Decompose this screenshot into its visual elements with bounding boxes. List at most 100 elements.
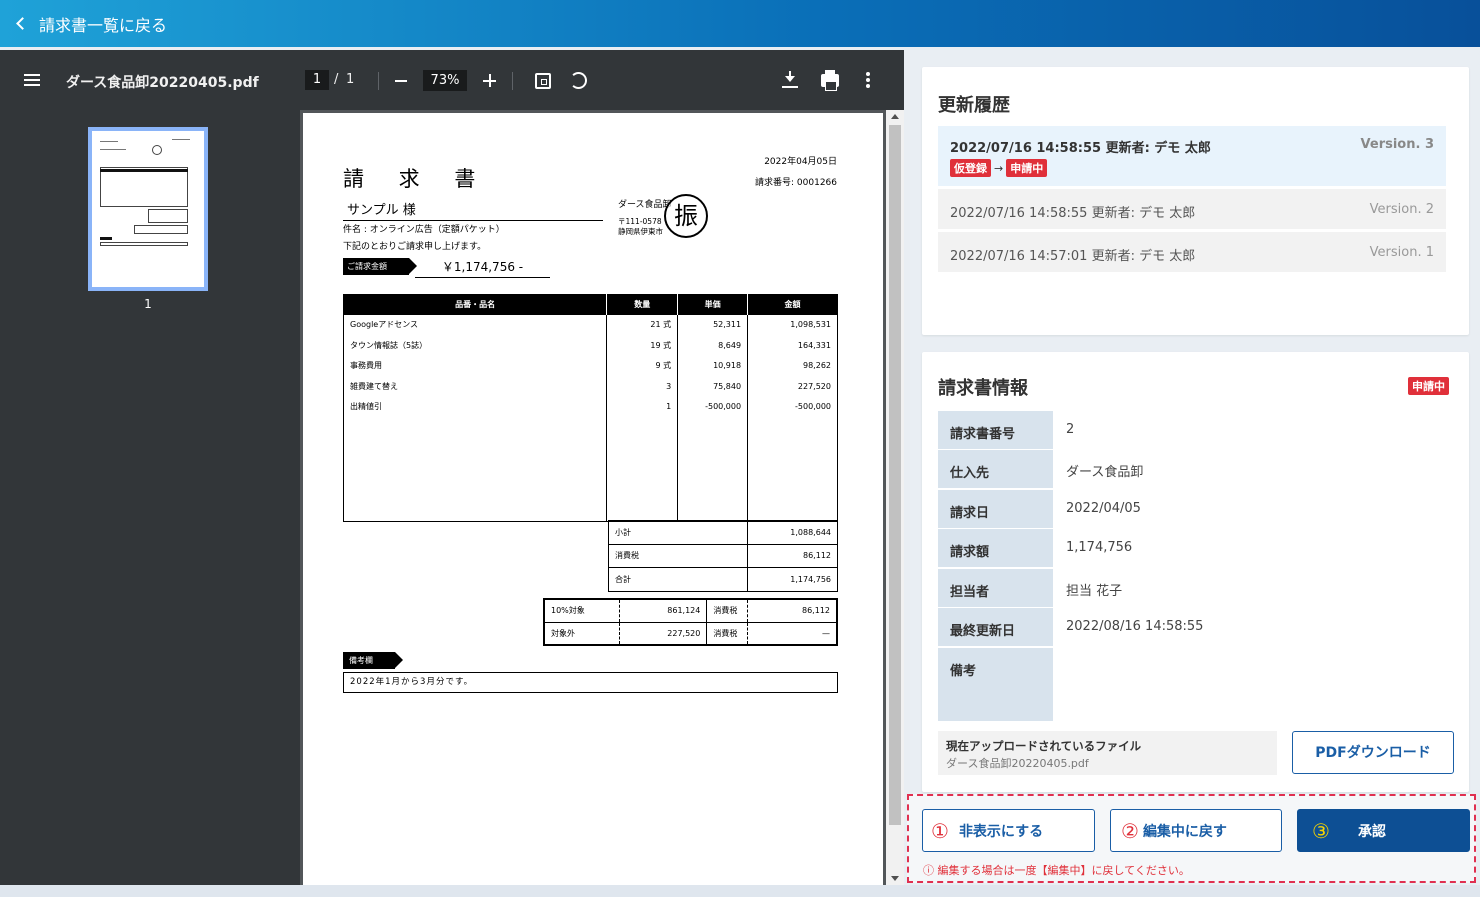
zoom-out-icon[interactable] [395, 80, 407, 82]
edit-warning-text: ⓘ 編集する場合は一度【編集中】に戻してください。 [923, 864, 1190, 877]
fit-page-icon[interactable] [535, 73, 551, 89]
document-scrollbar[interactable] [886, 110, 904, 885]
scroll-down-icon[interactable] [891, 876, 899, 881]
revert-to-editing-button[interactable]: ② 編集中に戻す [1110, 809, 1282, 852]
status-badge-from: 仮登録 [950, 159, 991, 177]
pdf-toolbar: ダース食品卸20220405.pdf 1 / 1 73% [0, 50, 904, 110]
item-price: 75,840 [677, 376, 749, 397]
info-label: 請求額 [938, 529, 1053, 567]
info-label: 請求書番号 [938, 411, 1053, 449]
info-value: 1,174,756 [1066, 540, 1133, 555]
invoice-number: 請求番号: 0001266 [755, 178, 837, 188]
item-price: 10,918 [677, 355, 749, 376]
item-name: 雑費建て替え [342, 376, 608, 397]
info-label: 最終更新日 [938, 608, 1053, 646]
info-title: 請求書情報 [938, 378, 1028, 399]
info-label: 仕入先 [938, 450, 1053, 488]
invoice-title: 請 求 書 [343, 167, 490, 191]
invoice-page: 2022年04月05日 請求番号: 0001266 請 求 書 サンプル 様 件… [303, 113, 883, 885]
info-value: ダース食品卸 [1066, 465, 1144, 480]
info-label: 請求日 [938, 490, 1053, 528]
seal-stamp: 振 [664, 194, 708, 238]
invoice-amount: ￥1,174,756 - [415, 258, 550, 278]
item-amount: 164,331 [747, 335, 838, 356]
table-row: Googleアドセンス 21 式 52,311 1,098,531 [342, 314, 838, 335]
tax-value: — [747, 622, 837, 646]
zoom-in-icon[interactable] [483, 74, 496, 87]
action-area: ① 非表示にする ② 編集中に戻す ③ 承認 ⓘ 編集する場合は一度【編集中】に… [907, 794, 1476, 883]
page-number-input[interactable]: 1 [305, 70, 329, 90]
zoom-input[interactable]: 73% [423, 70, 467, 91]
table-row: 合計 1,174,756 [607, 567, 838, 592]
history-title: 更新履歴 [938, 95, 1010, 116]
print-icon[interactable] [821, 70, 839, 91]
rotate-icon[interactable] [570, 72, 587, 89]
info-value: 2022/08/16 14:58:55 [1066, 619, 1204, 634]
table-row: 事務費用 9 式 10,918 98,262 [342, 355, 838, 376]
history-item-text: 2022/07/16 14:57:01 更新者: デモ 太郎 [950, 249, 1196, 264]
step-number: ① [931, 818, 949, 843]
status-badge-to: 申請中 [1006, 159, 1048, 177]
total-value: 1,174,756 [747, 567, 838, 592]
top-bar: 請求書一覧に戻る [0, 0, 1480, 47]
download-icon-base [782, 86, 798, 88]
history-item[interactable]: 2022/07/16 14:58:55 更新者: デモ 太郎 Version. … [938, 189, 1446, 229]
info-row: 仕入先 ダース食品卸 [938, 450, 1446, 488]
current-file-box: 現在アップロードされているファイル ダース食品卸20220405.pdf [938, 731, 1277, 775]
column-header: 数量 [606, 294, 678, 315]
column-header: 単価 [677, 294, 748, 315]
info-value: 2 [1066, 422, 1075, 437]
tax-category: 10%対象 [544, 599, 620, 623]
pdf-filename: ダース食品卸20220405.pdf [66, 75, 259, 91]
menu-icon[interactable] [24, 74, 40, 86]
info-row: 担当者 担当 花子 [938, 569, 1446, 607]
approve-button[interactable]: ③ 承認 [1297, 809, 1470, 852]
issuer-address: 静岡県伊東市 [618, 227, 663, 236]
table-row: 雑費建て替え 3 75,840 227,520 [342, 376, 838, 397]
page-separator: / [334, 72, 339, 87]
column-header: 金額 [747, 294, 838, 315]
back-link[interactable]: 請求書一覧に戻る [16, 12, 167, 36]
scroll-up-icon[interactable] [891, 114, 899, 119]
history-item[interactable]: 2022/07/16 14:57:01 更新者: デモ 太郎 Version. … [938, 232, 1446, 272]
item-qty: 3 [606, 376, 679, 397]
item-qty: 9 式 [606, 355, 679, 376]
hide-button-label: 非表示にする [958, 823, 1044, 840]
page-thumbnail[interactable] [88, 127, 208, 291]
tax-table: 10%対象 861,124 消費税 86,112 対象外 227,520 消費税… [543, 598, 838, 646]
revert-button-label: 編集中に戻す [1142, 823, 1227, 840]
tax-base: 227,520 [619, 622, 708, 646]
step-number: ② [1121, 818, 1139, 843]
info-value: 担当 花子 [1066, 584, 1123, 599]
info-row: 請求日 2022/04/05 [938, 490, 1446, 528]
history-item-version: Version. 1 [1369, 245, 1434, 260]
total-label: 合計 [607, 567, 749, 592]
hide-button[interactable]: ① 非表示にする [922, 809, 1095, 852]
info-row: 請求額 1,174,756 [938, 529, 1446, 567]
status-badge: 申請中 [1408, 377, 1449, 395]
invoice-note: 2022年1月から3月分です。 [343, 672, 838, 693]
step-number: ③ [1312, 818, 1330, 843]
table-row: 10%対象 861,124 消費税 86,112 [544, 599, 837, 623]
column-header: 品番・品名 [343, 294, 607, 315]
item-price: 52,311 [677, 314, 749, 335]
tax-category: 対象外 [544, 622, 620, 646]
bottom-strip [0, 885, 1480, 897]
toolbar-divider [378, 72, 379, 90]
approve-button-label: 承認 [1357, 823, 1386, 840]
history-item-version: Version. 2 [1369, 202, 1434, 217]
table-row: 小計 1,088,644 [607, 520, 838, 545]
table-row: 対象外 227,520 消費税 — [544, 622, 837, 646]
tax-label: 消費税 [706, 599, 749, 623]
item-name: タウン情報誌（5誌） [342, 335, 608, 356]
more-vert-icon[interactable] [866, 72, 870, 88]
page-total: 1 [346, 72, 355, 87]
item-qty: 21 式 [606, 314, 679, 335]
invoice-request-text: 下記のとおりご請求申し上げます。 [343, 242, 487, 252]
info-label: 備考 [938, 648, 1053, 721]
pdf-download-button[interactable]: PDFダウンロード [1292, 731, 1454, 774]
tax-base: 861,124 [619, 599, 708, 623]
current-file-label: 現在アップロードされているファイル [946, 739, 1142, 753]
history-item[interactable]: 2022/07/16 14:58:55 更新者: デモ 太郎 Version. … [938, 126, 1446, 186]
scrollbar-thumb[interactable] [889, 125, 901, 825]
